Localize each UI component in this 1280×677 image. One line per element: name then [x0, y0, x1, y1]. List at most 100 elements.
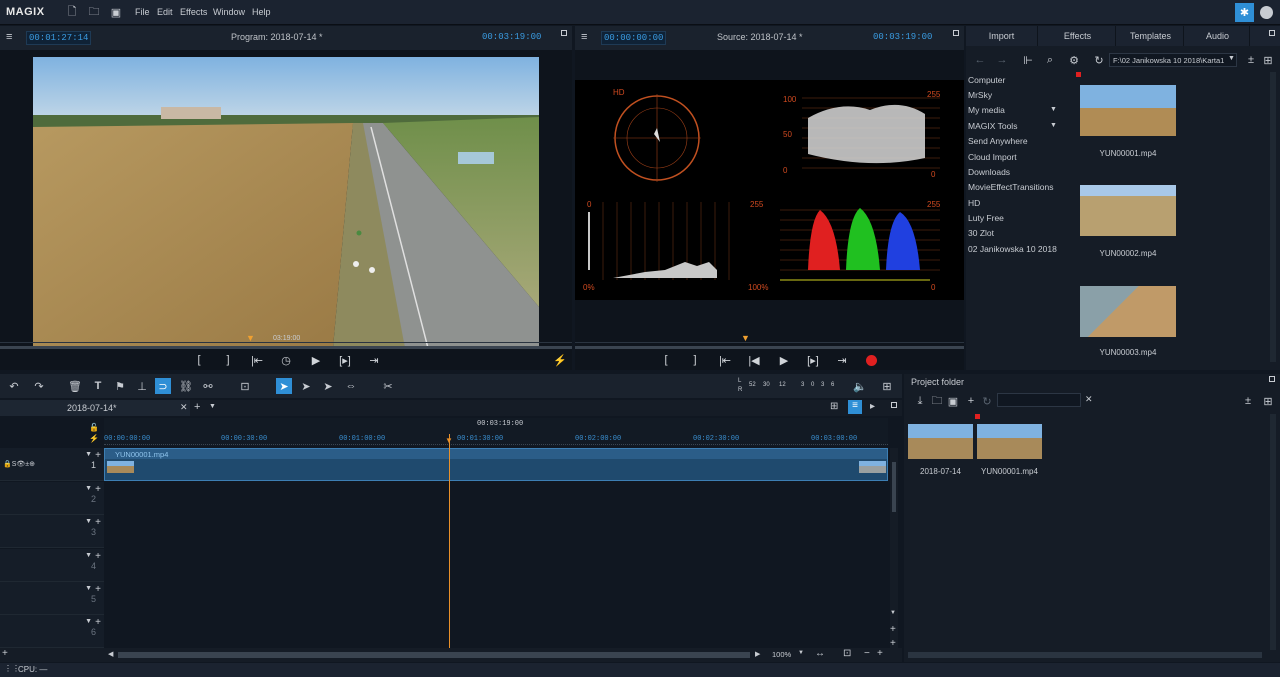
timeline-ruler[interactable]: 00:03:19:00 00:00:00:00 00:00:30:00 00:0…: [104, 418, 888, 446]
add-track-icon[interactable]: +: [890, 624, 896, 635]
maximize-icon[interactable]: [1269, 30, 1275, 36]
mark-out-button[interactable]: ]: [686, 352, 704, 368]
tree-view-icon[interactable]: ⊩: [1020, 52, 1036, 68]
clip-thumbnail[interactable]: [977, 424, 1042, 459]
add-icon[interactable]: +: [95, 551, 101, 562]
go-to-end-button[interactable]: ⇥: [833, 352, 851, 368]
maximize-icon[interactable]: [891, 402, 897, 408]
tab-audio[interactable]: Audio: [1186, 26, 1250, 46]
maximize-icon[interactable]: [561, 30, 567, 36]
settings-icon[interactable]: [1260, 6, 1273, 19]
undo-icon[interactable]: ↶: [6, 378, 22, 394]
playhead-marker-icon[interactable]: ▼: [246, 333, 255, 343]
chevron-down-icon[interactable]: ▼: [85, 585, 92, 592]
open-folder-icon[interactable]: 🗀: [86, 4, 102, 20]
next-frame-button[interactable]: [▸]: [336, 352, 354, 368]
source-timecode[interactable]: 00:00:00:00: [601, 31, 667, 45]
nav-my-media[interactable]: My media: [968, 105, 1005, 115]
media-scrollbar[interactable]: [1270, 72, 1276, 362]
project-vscroll[interactable]: [1270, 414, 1276, 650]
title-text-icon[interactable]: T: [90, 378, 106, 394]
tab-effects[interactable]: Effects: [1040, 26, 1116, 46]
refresh-icon[interactable]: ↻: [979, 393, 995, 409]
search-icon[interactable]: ⌕: [1042, 52, 1058, 68]
track-header-6[interactable]: ▼ + 6: [0, 615, 104, 648]
project-hscroll[interactable]: [908, 652, 1262, 658]
insert-mode-icon[interactable]: ⊡: [237, 378, 253, 394]
nav-mrsky[interactable]: MrSky: [968, 90, 992, 100]
zoom-window-icon[interactable]: ⊡: [843, 648, 851, 659]
chevron-down-icon[interactable]: ▼: [85, 618, 92, 625]
chevron-down-icon[interactable]: ▼: [1050, 106, 1057, 113]
play-button[interactable]: ▶: [775, 352, 793, 368]
search-input[interactable]: [997, 393, 1081, 407]
go-to-end-button[interactable]: ⇥: [365, 352, 383, 368]
program-video-frame[interactable]: [33, 57, 539, 348]
chevron-down-icon[interactable]: ▼: [85, 518, 92, 525]
thumbnail-yun00002[interactable]: [1080, 185, 1176, 236]
new-file-icon[interactable]: 🗋: [64, 4, 80, 20]
mark-in-button[interactable]: [: [657, 352, 675, 368]
nav-cloud-import[interactable]: Cloud Import: [968, 152, 1017, 162]
scene-view-icon[interactable]: ▸: [870, 401, 875, 412]
previous-frame-button[interactable]: |◀: [745, 352, 763, 368]
menu-edit[interactable]: Edit: [157, 7, 173, 17]
zoom-out-icon[interactable]: −: [864, 648, 870, 659]
track-header-2[interactable]: ▼ + 2: [0, 482, 104, 515]
save-icon[interactable]: ▣: [108, 4, 124, 20]
go-to-start-button[interactable]: |⇤: [716, 352, 734, 368]
path-dropdown[interactable]: F:\02 Janikowska 10 2018\Karta1: [1109, 53, 1237, 67]
tab-templates[interactable]: Templates: [1118, 26, 1184, 46]
marker-flag-icon[interactable]: ⚑: [112, 378, 128, 394]
project-thumbnail[interactable]: [908, 424, 973, 459]
nav-movie-effect-transitions[interactable]: MovieEffectTransitions: [968, 182, 1054, 192]
chevron-down-icon[interactable]: ▼: [85, 552, 92, 559]
go-to-start-button[interactable]: |⇤: [248, 352, 266, 368]
play-button[interactable]: ▶: [307, 352, 325, 368]
nav-downloads[interactable]: Downloads: [968, 167, 1010, 177]
add-icon[interactable]: +: [95, 484, 101, 495]
chevron-down-icon[interactable]: ▼: [85, 451, 92, 458]
scissors-icon[interactable]: ✂: [380, 378, 396, 394]
mark-in-button[interactable]: [: [190, 352, 208, 368]
download-icon[interactable]: ⤓: [912, 393, 928, 409]
track-header-1[interactable]: 🔒S👁±⊕ ▼ + 1: [0, 448, 104, 481]
track-header-5[interactable]: ▼ + 5: [0, 582, 104, 615]
menu-effects[interactable]: Effects: [180, 7, 207, 17]
menu-file[interactable]: File: [135, 7, 150, 17]
loop-button[interactable]: ◷: [277, 352, 295, 368]
add-icon[interactable]: +: [95, 517, 101, 528]
playhead-handle-icon[interactable]: ▼: [445, 436, 453, 445]
record-button[interactable]: [866, 355, 877, 366]
chevron-down-icon[interactable]: ▼: [1050, 122, 1057, 129]
scroll-down-icon[interactable]: ▼: [890, 610, 896, 616]
thumbnail-yun00003[interactable]: [1080, 286, 1176, 337]
track-controls-icon[interactable]: 🔒S👁±⊕: [3, 460, 35, 468]
link-icon[interactable]: ⛓: [178, 378, 194, 394]
chevron-down-icon[interactable]: ▼: [798, 650, 804, 656]
tab-import[interactable]: Import: [966, 26, 1038, 46]
split-icon[interactable]: ⊥: [134, 378, 150, 394]
lightning-icon[interactable]: ⚡: [551, 352, 569, 368]
video-clip[interactable]: YUN00001.mp4: [104, 448, 888, 481]
clear-search-icon[interactable]: ✕: [1085, 394, 1093, 405]
zoom-level[interactable]: 100%: [772, 650, 791, 659]
trim-icon[interactable]: ⇔: [343, 378, 359, 394]
save-icon[interactable]: ▣: [945, 393, 961, 409]
program-scrollbar[interactable]: [0, 346, 572, 349]
thumbnail-yun00001[interactable]: [1080, 85, 1176, 136]
redo-icon[interactable]: ↷: [31, 378, 47, 394]
maximize-icon[interactable]: [1269, 376, 1275, 382]
nav-send-anywhere[interactable]: Send Anywhere: [968, 136, 1028, 146]
nav-luty-free[interactable]: Luty Free: [968, 213, 1004, 223]
mark-out-button[interactable]: ]: [219, 352, 237, 368]
chevron-down-icon[interactable]: ▼: [209, 403, 216, 410]
hamburger-menu-icon[interactable]: ≡: [6, 31, 12, 43]
add-tab-icon[interactable]: +: [194, 401, 200, 413]
satellite-icon[interactable]: ✱: [1235, 3, 1254, 22]
add-icon[interactable]: ±: [1240, 393, 1256, 409]
maximize-icon[interactable]: [953, 30, 959, 36]
storyboard-view-icon[interactable]: ⊞: [830, 401, 838, 412]
source-scrollbar[interactable]: [575, 346, 964, 349]
add-icon[interactable]: +: [95, 584, 101, 595]
